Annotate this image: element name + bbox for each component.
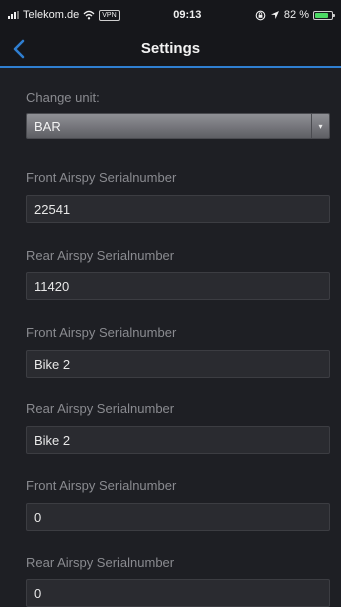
front-serial-label-2: Front Airspy Serialnumber [26,325,177,340]
battery-icon [312,10,335,20]
location-arrow-icon [270,11,279,19]
wifi-icon [83,10,95,20]
chevron-left-icon [13,39,25,59]
back-button[interactable] [4,34,34,64]
battery-percent: 82 % [283,9,309,21]
vpn-badge: VPN [99,9,120,21]
navigation-bar: Settings [0,30,341,68]
front-serial-value: 22541 [34,201,71,217]
front-serial-value-3: 0 [34,509,42,525]
page-title: Settings [140,39,201,57]
rear-serial-input-3[interactable]: 0 [26,579,330,607]
front-serial-input-3[interactable]: 0 [26,503,330,531]
front-serial-value-2: Bike 2 [34,356,71,372]
carrier-name: Telekom.de [23,9,80,21]
front-serial-input[interactable]: 22541 [26,195,330,223]
rear-serial-value-3: 0 [34,585,42,601]
front-serial-label-3: Front Airspy Serialnumber [26,478,177,493]
rear-serial-label: Rear Airspy Serialnumber [26,248,175,263]
status-time: 09:13 [173,9,202,21]
unit-select[interactable]: BAR ▾ [26,113,330,139]
unit-select-value: BAR [34,118,61,134]
rear-serial-input-2[interactable]: Bike 2 [26,426,330,454]
status-left: Telekom.de VPN [8,9,120,21]
unit-label: Change unit: [26,90,100,105]
rear-serial-value-2: Bike 2 [34,432,71,448]
rear-serial-label-3: Rear Airspy Serialnumber [26,555,175,570]
signal-icon [8,11,19,19]
rear-serial-input[interactable]: 11420 [26,272,330,300]
status-right: 82 % [255,9,335,21]
front-serial-input-2[interactable]: Bike 2 [26,350,330,378]
lock-rotation-icon [255,10,266,20]
dropdown-arrow-icon: ▾ [311,114,329,138]
status-bar: Telekom.de VPN 09:13 82 % [0,0,341,30]
rear-serial-label-2: Rear Airspy Serialnumber [26,401,175,416]
rear-serial-value: 11420 [34,278,70,294]
front-serial-label: Front Airspy Serialnumber [26,170,177,185]
